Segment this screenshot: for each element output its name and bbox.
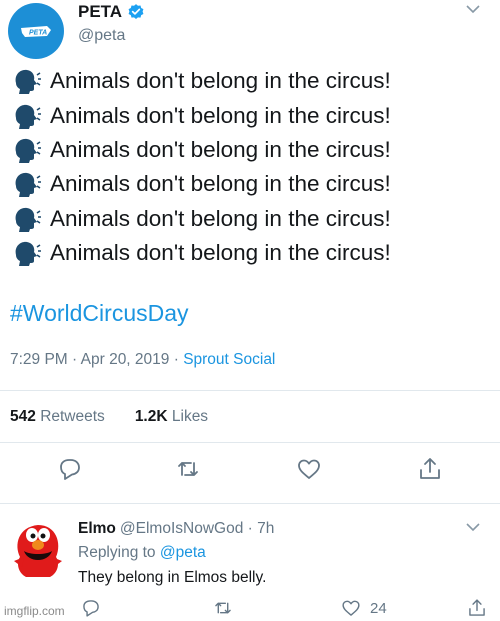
tweet-stats: 542 Retweets 1.2K Likes	[10, 408, 208, 426]
author-name-text: PETA	[78, 2, 123, 21]
tweet-line: Animals don't belong in the circus!	[12, 133, 492, 167]
divider	[0, 390, 500, 391]
reply-action-bar: 24	[0, 597, 500, 621]
retweet-icon	[215, 602, 231, 614]
tweet-line-text: Animals don't belong in the circus!	[50, 240, 391, 266]
reply-reply-button[interactable]	[80, 597, 102, 619]
speaking-head-icon	[15, 207, 41, 232]
speaking-head-icon	[15, 104, 41, 129]
retweets-label: Retweets	[40, 408, 105, 425]
likes-label: Likes	[171, 408, 209, 425]
tweet-line: Animals don't belong in the circus!	[12, 236, 492, 270]
speaking-head-icon	[15, 70, 41, 95]
reply-like-button[interactable]: 24	[340, 597, 387, 619]
reply-author-name[interactable]: Elmo	[78, 520, 116, 537]
retweet-button[interactable]	[174, 455, 202, 483]
reply-icon	[60, 459, 80, 480]
replying-to-mention[interactable]: @peta	[160, 544, 206, 561]
reply-button[interactable]	[56, 455, 84, 483]
chevron-down-icon[interactable]	[466, 4, 480, 14]
watermark: imgflip.com	[4, 604, 65, 618]
tweet-line-text: Animals don't belong in the circus!	[50, 171, 391, 197]
reply-share-button[interactable]	[466, 597, 488, 619]
tweet-author-handle[interactable]: @peta	[78, 27, 125, 45]
tweet-author-name[interactable]: PETA	[78, 2, 145, 22]
elmo-avatar[interactable]	[10, 517, 66, 581]
like-icon	[298, 459, 320, 479]
chevron-down-icon[interactable]	[466, 522, 480, 532]
speaking-head-icon	[15, 173, 41, 198]
reply-author-handle[interactable]: @ElmoIsNowGod · 7h	[120, 520, 274, 537]
tweet-timestamp: 7:29 PM · Apr 20, 2019 · Sprout Social	[10, 351, 275, 369]
tweet-line: Animals don't belong in the circus!	[12, 98, 492, 132]
share-icon	[469, 599, 485, 616]
hashtag-link[interactable]: #WorldCircusDay	[10, 300, 189, 327]
verified-badge-icon	[128, 4, 144, 19]
replying-to: Replying to @peta	[78, 544, 206, 562]
tweet-line-text: Animals don't belong in the circus!	[50, 136, 391, 162]
reply-like-count: 24	[370, 599, 387, 617]
retweets-stat[interactable]: 542 Retweets	[10, 408, 105, 425]
tweet-line-text: Animals don't belong in the circus!	[50, 102, 391, 128]
likes-count: 1.2K	[134, 408, 168, 425]
peta-logo-icon: PETA	[21, 26, 51, 37]
retweet-icon	[178, 462, 198, 476]
like-icon	[342, 600, 360, 616]
tweet-line-text: Animals don't belong in the circus!	[50, 205, 391, 231]
speaking-head-icon	[15, 242, 41, 267]
tweet-line-text: Animals don't belong in the circus!	[50, 68, 391, 94]
svg-text:PETA: PETA	[29, 30, 47, 37]
tweet-action-bar	[0, 455, 500, 491]
share-icon	[420, 458, 440, 479]
likes-stat[interactable]: 1.2K Likes	[135, 408, 208, 425]
reply-retweet-button[interactable]	[212, 597, 234, 619]
divider	[0, 442, 500, 443]
divider	[0, 503, 500, 504]
tweet-text: Animals don't belong in the circus! Anim…	[12, 64, 492, 270]
tweet-line: Animals don't belong in the circus!	[12, 167, 492, 201]
like-button[interactable]	[295, 455, 323, 483]
tweet-time[interactable]: 7:29 PM · Apr 20, 2019 ·	[10, 351, 179, 368]
reply-text: They belong in Elmos belly.	[78, 569, 267, 586]
replying-to-prefix: Replying to	[78, 544, 156, 561]
speaking-head-icon	[15, 138, 41, 163]
peta-avatar[interactable]: PETA	[8, 3, 64, 59]
tweet-line: Animals don't belong in the circus!	[12, 64, 492, 98]
tweet-line: Animals don't belong in the circus!	[12, 202, 492, 236]
retweets-count: 542	[10, 408, 36, 425]
tweet-source-link[interactable]: Sprout Social	[183, 351, 275, 368]
reply-header: Elmo @ElmoIsNowGod · 7h	[78, 520, 274, 538]
share-button[interactable]	[416, 455, 444, 483]
reply-icon	[83, 600, 99, 617]
